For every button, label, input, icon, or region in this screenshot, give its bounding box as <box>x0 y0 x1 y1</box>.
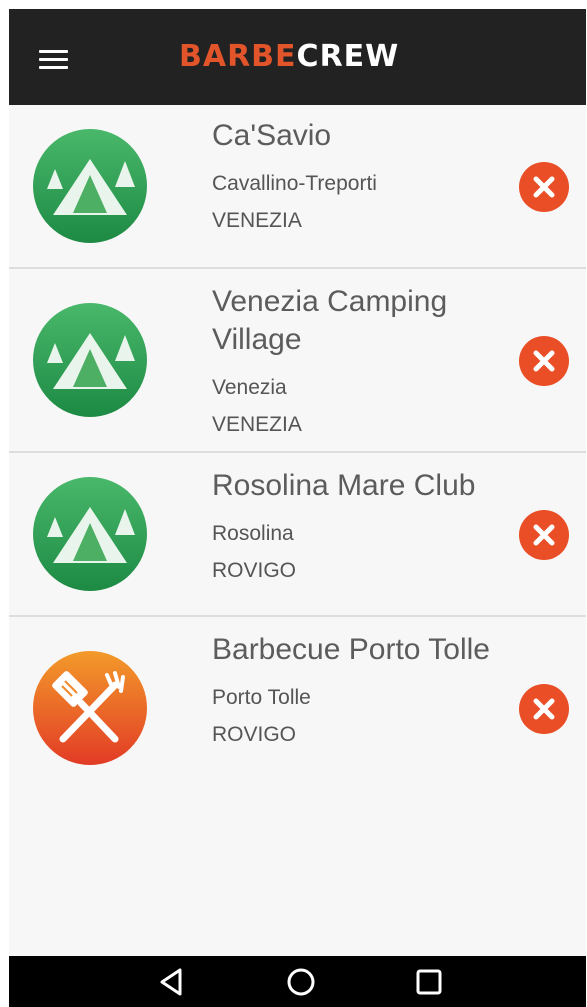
system-nav-bar <box>9 956 586 1007</box>
close-icon <box>533 350 555 372</box>
place-province: VENEZIA <box>212 209 302 232</box>
logo-part-crew: CREW <box>296 39 400 74</box>
place-city: Cavallino-Treporti <box>212 172 377 195</box>
back-triangle-icon[interactable] <box>152 964 192 1000</box>
list-item[interactable]: Barbecue Porto Tolle Porto Tolle ROVIGO <box>9 617 586 807</box>
place-name: Ca'Savio <box>212 119 332 152</box>
place-city: Porto Tolle <box>212 686 311 709</box>
place-name: Rosolina Mare Club <box>212 469 476 502</box>
delete-button[interactable] <box>519 684 569 734</box>
barbecue-tools-icon <box>33 651 147 765</box>
app-bar: BARBECREW <box>9 9 586 105</box>
delete-button[interactable] <box>519 162 569 212</box>
list-item[interactable]: Rosolina Mare Club Rosolina ROVIGO <box>9 453 586 617</box>
place-province: ROVIGO <box>212 723 297 746</box>
place-city: Rosolina <box>212 522 294 545</box>
place-name: Barbecue Porto Tolle <box>212 633 490 666</box>
place-province: ROVIGO <box>212 559 297 582</box>
delete-button[interactable] <box>519 336 569 386</box>
camping-tent-icon <box>33 477 147 591</box>
hamburger-menu-icon[interactable] <box>37 47 71 73</box>
home-circle-icon[interactable] <box>281 964 321 1000</box>
delete-button[interactable] <box>519 510 569 560</box>
app-logo: BARBECREW <box>179 39 399 75</box>
place-name: Venezia Camping Village <box>212 285 448 356</box>
place-city: Venezia <box>212 376 287 399</box>
app-screen: BARBECREW Ca'Savio Cavallino-Treporti VE… <box>9 9 586 1007</box>
recents-square-icon[interactable] <box>409 964 449 1000</box>
close-icon <box>533 176 555 198</box>
list-item[interactable]: Venezia Camping Village Venezia VENEZIA <box>9 269 586 453</box>
camping-tent-icon <box>33 129 147 243</box>
place-list: Ca'Savio Cavallino-Treporti VENEZIA Vene… <box>9 105 586 807</box>
list-item[interactable]: Ca'Savio Cavallino-Treporti VENEZIA <box>9 105 586 269</box>
place-province: VENEZIA <box>212 413 302 436</box>
close-icon <box>533 698 555 720</box>
close-icon <box>533 524 555 546</box>
camping-tent-icon <box>33 303 147 417</box>
logo-part-barbe: BARBE <box>179 39 297 74</box>
